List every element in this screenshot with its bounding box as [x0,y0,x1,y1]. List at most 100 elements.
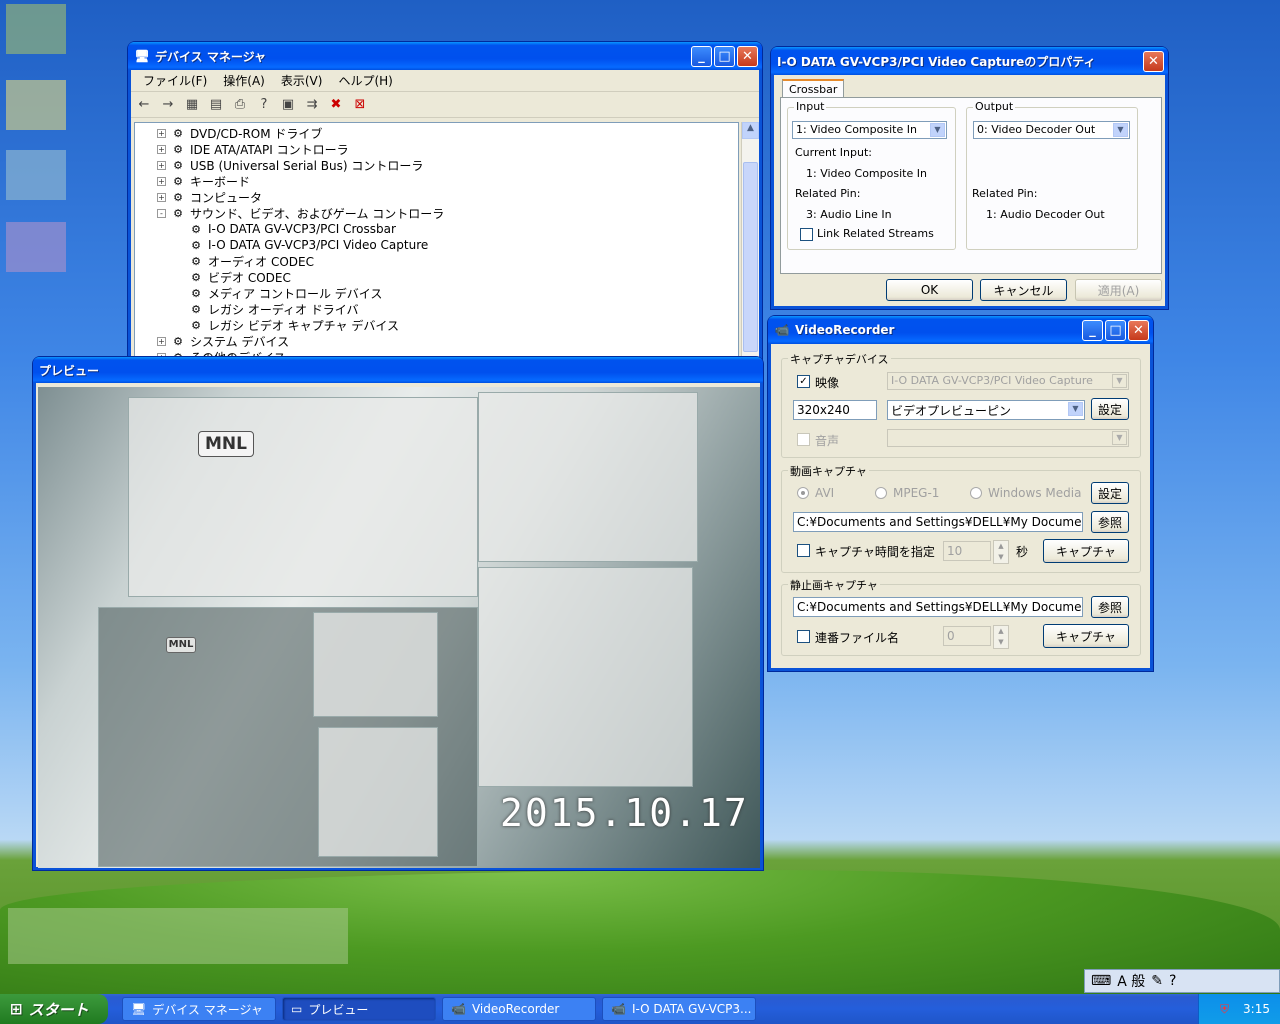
tree-node[interactable]: ⚙ ビデオ CODEC [157,269,738,285]
serial-number-spinner[interactable]: ▲ ▼ [993,625,1009,649]
scroll-thumb[interactable] [743,162,758,352]
close-button[interactable]: ✕ [737,45,758,67]
task-properties[interactable]: 📹 I-O DATA GV-VCP3... [602,997,756,1021]
scan-hardware-icon[interactable]: ▣ [279,96,297,114]
forward-arrow-icon[interactable]: → [159,96,177,114]
pin-select[interactable]: ビデオプレビューピン ▼ [887,400,1085,420]
menu-view[interactable]: 表示(V) [273,70,331,91]
collapse-icon[interactable]: - [157,208,166,218]
ime-language-bar[interactable]: ⌨ A 般 ✎ ? [1084,969,1280,993]
maximize-button[interactable]: □ [1105,319,1126,341]
help-icon[interactable]: ? [1169,973,1176,989]
tree-node[interactable]: + ⚙ システム デバイス [157,333,738,349]
tree-node[interactable]: - ⚙ サウンド、ビデオ、およびゲーム コントローラ [157,205,738,221]
radio-mpeg[interactable] [875,487,887,499]
radio-windows-media[interactable] [970,487,982,499]
capture-time-spinner[interactable]: ▲ ▼ [993,540,1009,564]
expand-icon[interactable]: + [157,144,166,154]
tree-node[interactable]: ⚙ レガシ オーディオ ドライバ [157,301,738,317]
start-button[interactable]: ⊞ スタート [0,994,108,1024]
properties-icon[interactable]: ▤ [207,96,225,114]
tree-node-label: メディア コントロール デバイス [208,286,383,301]
menu-action[interactable]: 操作(A) [215,70,273,91]
expand-icon[interactable]: + [157,128,166,138]
still-browse-button[interactable]: 参照 [1091,596,1129,618]
keyboard-icon[interactable]: ⌨ [1091,973,1111,989]
device-manager-titlebar[interactable]: 🖥 デバイス マネージャ _ □ ✕ [128,42,762,70]
serial-number-field[interactable]: 0 [943,626,991,646]
expand-icon[interactable]: + [157,192,166,202]
tree-node[interactable]: + ⚙ コンピュータ [157,189,738,205]
tree-node[interactable]: + ⚙ USB (Universal Serial Bus) コントローラ [157,157,738,173]
tree-view-icon[interactable]: ▦ [183,96,201,114]
link-related-streams-checkbox[interactable] [800,228,813,241]
vertical-scrollbar[interactable]: ▲ [741,122,759,369]
movie-capture-button[interactable]: キャプチャ [1043,539,1129,563]
ok-button[interactable]: OK [886,279,973,301]
expand-icon[interactable]: + [157,160,166,170]
tree-node[interactable]: ⚙ レガシ ビデオ キャプチャ デバイス [157,317,738,333]
chevron-down-icon: ▼ [1113,123,1128,137]
tree-node[interactable]: ⚙ I-O DATA GV-VCP3/PCI Crossbar [157,221,738,237]
video-device-select[interactable]: I-O DATA GV-VCP3/PCI Video Capture ▼ [887,372,1129,390]
maximize-button[interactable]: □ [714,45,735,67]
serial-filename-checkbox[interactable] [797,630,810,643]
tree-node-label: コンピュータ [190,190,263,205]
apply-button[interactable]: 適用(A) [1075,279,1162,301]
tree-node[interactable]: + ⚙ IDE ATA/ATAPI コントローラ [157,141,738,157]
capture-time-checkbox[interactable] [797,544,810,557]
menu-file[interactable]: ファイル(F) [135,70,215,91]
task-preview[interactable]: ▭ プレビュー [282,997,436,1021]
cancel-button[interactable]: キャンセル [980,279,1067,301]
disable-device-icon[interactable]: ✖ [327,96,345,114]
minimize-button[interactable]: _ [691,45,712,67]
output-select[interactable]: 0: Video Decoder Out ▼ [973,121,1130,139]
desktop-icon[interactable] [6,4,66,54]
close-button[interactable]: ✕ [1143,50,1164,72]
video-recorder-titlebar[interactable]: 📹 VideoRecorder _ □ ✕ [768,316,1153,344]
desktop-icon[interactable] [6,222,66,272]
task-device-manager[interactable]: 🖥 デバイス マネージャ [122,997,276,1021]
tree-node[interactable]: ⚙ メディア コントロール デバイス [157,285,738,301]
back-arrow-icon[interactable]: ← [135,96,153,114]
ime-pad-icon[interactable]: ✎ [1151,973,1163,989]
desktop-icon[interactable] [8,908,348,964]
still-capture-button[interactable]: キャプチャ [1043,624,1129,648]
input-select[interactable]: 1: Video Composite In ▼ [792,121,947,139]
capture-time-field[interactable]: 10 [943,541,991,561]
close-button[interactable]: ✕ [1128,319,1149,341]
movie-path-field[interactable]: C:¥Documents and Settings¥DELL¥My Docume… [793,512,1083,532]
scroll-up-icon[interactable]: ▲ [742,122,759,139]
desktop-icon[interactable] [6,80,66,130]
tab-crossbar[interactable]: Crossbar [782,79,845,98]
audio-checkbox[interactable] [797,433,810,446]
tree-node[interactable]: ⚙ I-O DATA GV-VCP3/PCI Video Capture [157,237,738,253]
tree-node[interactable]: + ⚙ DVD/CD-ROM ドライブ [157,125,738,141]
desktop-icon[interactable] [6,150,66,200]
resolution-field[interactable]: 320x240 [793,400,877,420]
audio-device-select[interactable]: ▼ [887,429,1129,447]
still-path-field[interactable]: C:¥Documents and Settings¥DELL¥My Docume… [793,597,1083,617]
window-title: デバイス マネージャ [155,49,266,64]
task-video-recorder[interactable]: 📹 VideoRecorder [442,997,596,1021]
expand-icon[interactable]: + [157,336,166,346]
menu-help[interactable]: ヘルプ(H) [330,70,400,91]
device-settings-button[interactable]: 設定 [1091,398,1129,420]
print-icon[interactable]: ⎙ [231,96,249,114]
preview-titlebar[interactable]: プレビュー [33,357,763,383]
shield-icon[interactable]: ⛨ [1220,1002,1229,1017]
properties-titlebar[interactable]: I-O DATA GV-VCP3/PCI Video Captureのプロパティ… [771,47,1168,75]
help-icon[interactable]: ? [255,96,273,114]
video-checkbox[interactable]: ✓ [797,375,810,388]
ime-mode[interactable]: A 般 [1117,971,1145,991]
uninstall-device-icon[interactable]: ⊠ [351,96,369,114]
tree-node[interactable]: ⚙ オーディオ CODEC [157,253,738,269]
radio-avi[interactable] [797,487,809,499]
movie-browse-button[interactable]: 参照 [1091,511,1129,533]
expand-icon[interactable]: + [157,176,166,186]
minimize-button[interactable]: _ [1082,319,1103,341]
movie-settings-button[interactable]: 設定 [1091,482,1129,504]
update-driver-icon[interactable]: ⇉ [303,96,321,114]
tree-node[interactable]: + ⚙ キーボード [157,173,738,189]
clock[interactable]: 3:15 [1243,1002,1270,1016]
